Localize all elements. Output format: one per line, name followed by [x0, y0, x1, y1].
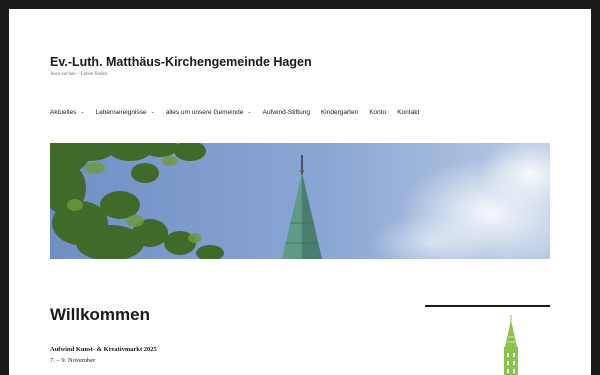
nav-item-label: Kontakt [397, 108, 420, 116]
chevron-down-icon: ⌄ [80, 108, 85, 115]
post-date: 7. – 9. November [50, 357, 96, 364]
chevron-down-icon: ⌄ [247, 108, 252, 115]
nav-item-kontakt[interactable]: Kontakt [397, 109, 419, 116]
nav-item-label: Lebensereignisse [95, 108, 147, 116]
main-navigation: Aktuelles ⌄ Lebensereignisse ⌄ alles um … [50, 106, 430, 118]
chevron-down-icon: ⌄ [150, 108, 155, 115]
nav-item-label: Kindergarten [320, 108, 359, 116]
hero-image [50, 143, 550, 259]
site-tagline: Jesus suchen – Leben finden [50, 72, 108, 77]
page-title: Willkommen [50, 305, 150, 324]
nav-item-label: Konto [369, 108, 387, 116]
page: Ev.-Luth. Matthäus-Kirchengemeinde Hagen… [9, 9, 591, 375]
sidebar-divider [425, 305, 550, 307]
nav-item-lebensereignisse[interactable]: Lebensereignisse ⌄ [96, 109, 155, 116]
nav-item-gemeinde[interactable]: alles um unsere Gemeinde ⌄ [166, 109, 252, 116]
site-title[interactable]: Ev.-Luth. Matthäus-Kirchengemeinde Hagen [50, 55, 312, 69]
nav-item-label: Aufwind-Stiftung [262, 108, 310, 116]
nav-item-aufwind-stiftung[interactable]: Aufwind-Stiftung [263, 109, 310, 116]
church-tower-logo-icon [499, 315, 523, 375]
post-title[interactable]: Aufwind Kunst- & Kreativmarkt 2025 [50, 346, 157, 353]
nav-item-label: Aktuelles [50, 108, 77, 116]
nav-item-label: alles um unsere Gemeinde [165, 108, 244, 116]
nav-item-aktuelles[interactable]: Aktuelles ⌄ [50, 109, 85, 116]
nav-item-kindergarten[interactable]: Kindergarten [321, 109, 358, 116]
nav-item-konto[interactable]: Konto [369, 109, 386, 116]
